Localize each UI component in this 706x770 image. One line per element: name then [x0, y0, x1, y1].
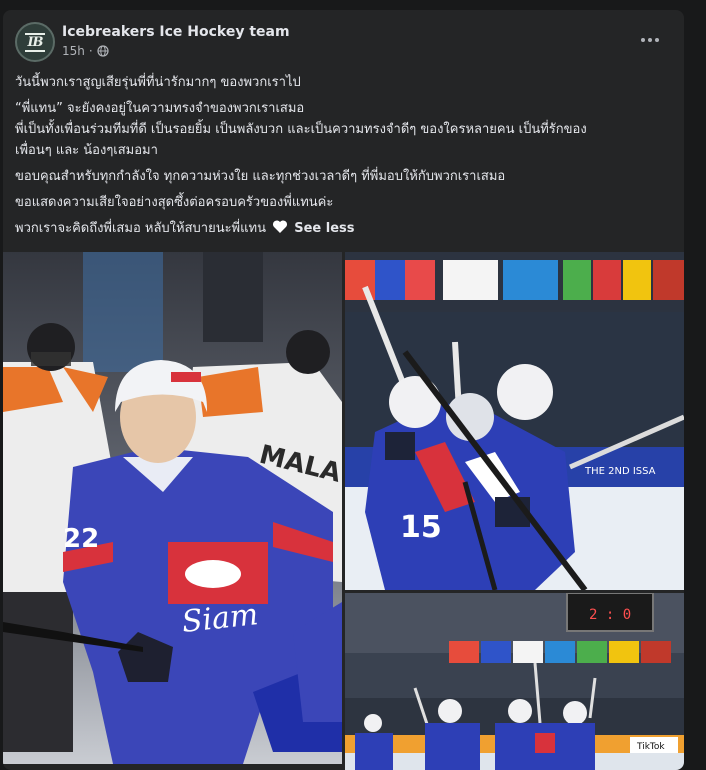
caption-line: พี่เป็นทั้งเพื่อนร่วมทีมที่ดี เป็นรอยยิ้… — [15, 122, 587, 137]
post-header: IB Icebreakers Ice Hockey team 15h · — [15, 22, 675, 66]
post-timestamp[interactable]: 15h — [62, 44, 85, 58]
player-jersey-number: 15 — [400, 510, 442, 545]
caption-paragraph: พวกเราจะคิดถึงพี่เสมอ หลับให้สบายนะพี่แท… — [15, 218, 675, 239]
photo-player-closeup[interactable]: MALA 22 Siam — [3, 252, 342, 764]
caption-line: เพื่อนๆ และ น้องๆเสมอมา — [15, 143, 158, 158]
more-options-button[interactable] — [635, 28, 665, 52]
post-meta: 15h · — [62, 44, 109, 58]
player-jersey-number: 22 — [63, 524, 99, 554]
rink-ad-text: TikTok — [636, 742, 665, 752]
see-less-link[interactable]: See less — [294, 221, 354, 236]
caption-paragraph: “พี่แทน” จะยังคงอยู่ในความทรงจำของพวกเรา… — [15, 98, 675, 161]
caption-line: พวกเราจะคิดถึงพี่เสมอ หลับให้สบายนะพี่แท… — [15, 221, 266, 236]
photo-team-celebration[interactable]: 2 : 0 TikTok — [345, 593, 684, 770]
caption-paragraph: ขอแสดงความเสียใจอย่างสุดซึ้งต่อครอบครัวข… — [15, 195, 334, 210]
photo-grid: MALA 22 Siam THE 2ND ISSA 15 2: 0 TikTo… — [3, 252, 684, 770]
post-card: IB Icebreakers Ice Hockey team 15h · วัน… — [3, 10, 684, 770]
globe-icon[interactable] — [97, 45, 109, 57]
scoreboard-text: 2 : 0 — [589, 607, 631, 623]
avatar-logo: IB — [25, 32, 45, 52]
caption-line: “พี่แทน” จะยังคงอยู่ในความทรงจำของพวกเรา… — [15, 101, 305, 116]
white-heart-icon — [273, 220, 288, 233]
page-avatar[interactable]: IB — [15, 22, 55, 62]
meta-separator: · — [88, 44, 93, 58]
photo-team-hug[interactable]: THE 2ND ISSA 15 — [345, 252, 684, 590]
caption-paragraph: ขอบคุณสำหรับทุกกำลังใจ ทุกความห่วงใย และ… — [15, 169, 506, 184]
more-dots-icon — [641, 38, 645, 42]
caption-paragraph: วันนี้พวกเราสูญเสียรุ่นพี่ที่น่ารักมากๆ … — [15, 75, 301, 90]
post-caption: วันนี้พวกเราสูญเสียรุ่นพี่ที่น่ารักมากๆ … — [15, 72, 675, 243]
rink-banner-text: THE 2ND ISSA — [584, 466, 656, 477]
page-name[interactable]: Icebreakers Ice Hockey team — [62, 24, 290, 40]
